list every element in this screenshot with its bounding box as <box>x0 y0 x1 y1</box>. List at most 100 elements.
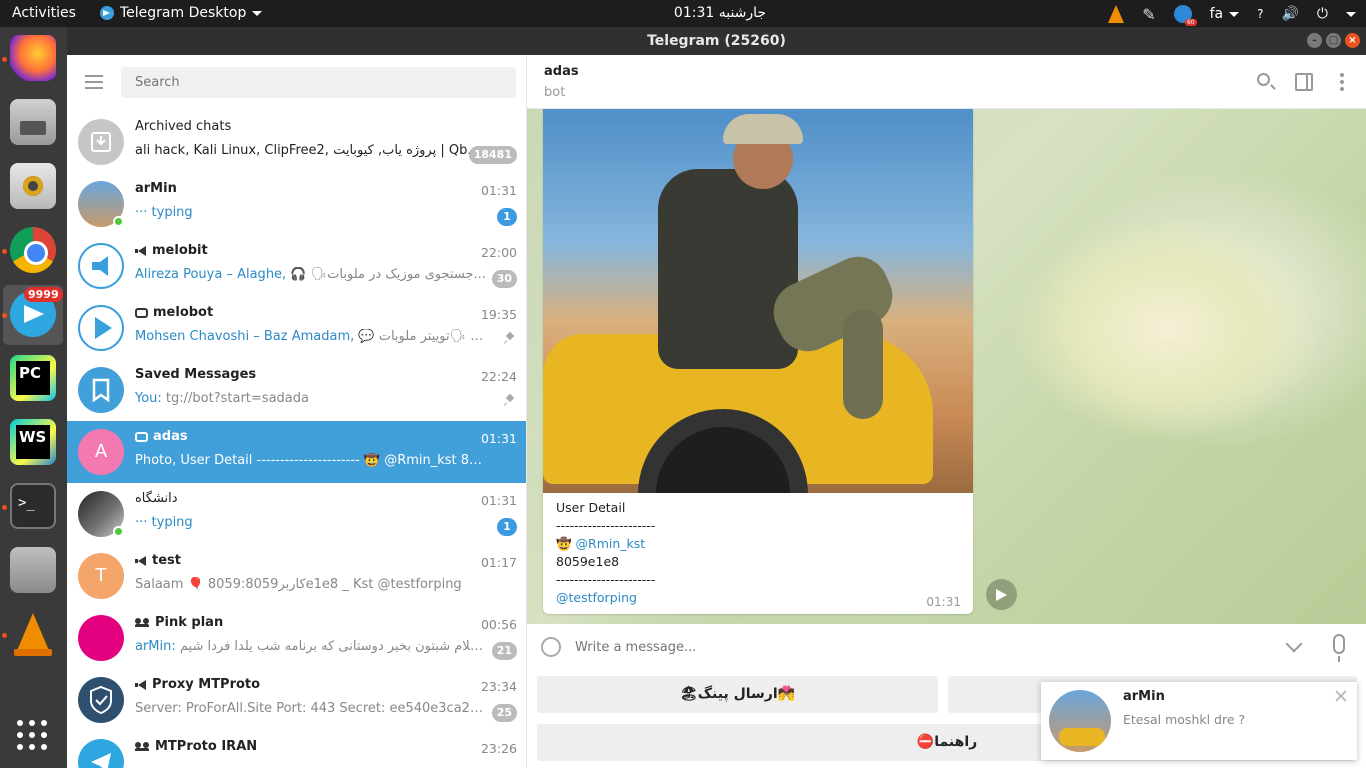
keyboard-toggle-icon[interactable] <box>1285 635 1303 653</box>
running-indicator <box>2 249 7 254</box>
message-input[interactable] <box>575 632 1265 662</box>
system-tray: ✎ 60 fa ? 🔊 ⏻ <box>1108 3 1356 26</box>
chat-row-melobot[interactable]: melobot 19:35 Mohsen Chavoshi – Baz Amad… <box>67 297 526 359</box>
chat-time: 22:24 <box>480 369 517 384</box>
pin-icon <box>504 395 515 406</box>
paperclip-icon[interactable]: ✎ <box>1142 5 1155 24</box>
avatar <box>1049 690 1111 752</box>
message-caption: User Detail ---------------------- 🤠 @Rm… <box>556 500 656 607</box>
activities-button[interactable]: Activities <box>12 5 76 21</box>
more-options-icon[interactable] <box>1340 73 1344 91</box>
volume-icon[interactable]: 🔊 <box>1281 6 1298 22</box>
chat-time: 23:26 <box>480 741 517 756</box>
group-icon <box>135 742 150 751</box>
close-icon[interactable] <box>1335 690 1347 702</box>
notification-sender: arMin <box>1123 689 1165 704</box>
notification-toast[interactable]: arMin Etesal moshkl dre ? <box>1041 682 1357 760</box>
chat-time: 01:31 <box>480 431 517 446</box>
chat-row-mtproto-iran[interactable]: MTProto IRAN 23:26 <box>67 731 526 768</box>
forward-button[interactable] <box>986 579 1017 610</box>
chat-preview: ··· typing <box>135 515 193 530</box>
update-tray-icon[interactable]: 60 <box>1173 5 1197 26</box>
chat-preview: arMin: سلام شبتون بخیر دوستانی که برنامه… <box>135 639 490 654</box>
chat-time: 01:31 <box>480 493 517 508</box>
chat-name: melobot <box>135 305 213 320</box>
bot-button-send-ping[interactable]: 🏖ارسال پینگ💏 <box>537 676 938 713</box>
chat-wallpaper: User Detail ---------------------- 🤠 @Rm… <box>527 109 1366 624</box>
show-applications-button[interactable] <box>17 720 49 752</box>
chat-time: 00:56 <box>480 617 517 632</box>
keyboard-layout-label: fa <box>1209 6 1224 22</box>
sidebar-toggle-icon[interactable] <box>1295 73 1313 91</box>
bot-icon <box>135 431 148 442</box>
dock: 9999 PC WS <box>0 27 67 768</box>
archive-icon <box>78 119 124 165</box>
chat-name: Pink plan <box>135 615 223 630</box>
help-icon[interactable]: ? <box>1257 7 1263 21</box>
username-link[interactable]: 🤠 @Rmin_kst <box>556 535 655 553</box>
chrome-launcher[interactable] <box>10 227 56 273</box>
maximize-button[interactable]: □ <box>1326 33 1341 48</box>
chevron-down-icon[interactable] <box>1346 11 1356 17</box>
chat-name: arMin <box>135 181 177 196</box>
chat-list-panel: Archived chats ali hack, Kali Linux, Cli… <box>67 55 527 768</box>
chat-row-test[interactable]: T test 01:17 Salaam 🎈 8059:کاربر8059e1e8… <box>67 545 526 607</box>
search-input[interactable] <box>121 67 516 98</box>
window-title-bar[interactable]: Telegram (25260) – □ × <box>67 27 1366 55</box>
vlc-tray-icon[interactable] <box>1108 5 1125 23</box>
avatar <box>78 739 124 768</box>
files-launcher[interactable] <box>10 99 56 145</box>
firefox-launcher[interactable] <box>10 35 56 81</box>
chat-row-pink-plan[interactable]: Pink plan 00:56 arMin: سلام شبتون بخیر د… <box>67 607 526 669</box>
rhythmbox-launcher[interactable] <box>10 163 56 209</box>
chat-time: 23:34 <box>480 679 517 694</box>
chat-panel: adas bot User Detail -------------------… <box>527 55 1366 768</box>
message-photo[interactable] <box>543 109 973 493</box>
running-indicator <box>2 505 7 510</box>
close-button[interactable]: × <box>1345 33 1360 48</box>
chat-row-adas[interactable]: A adas 01:31 Photo, User Detail --------… <box>67 421 526 483</box>
attach-icon[interactable] <box>536 632 566 662</box>
webstorm-launcher[interactable]: WS <box>10 419 56 465</box>
bookmark-icon <box>78 367 124 413</box>
menu-icon[interactable] <box>85 75 103 89</box>
chat-row-melobit[interactable]: melobit 22:00 Alireza Pouya – Alaghe, 🎧 … <box>67 235 526 297</box>
chat-row-proxy-mtproto[interactable]: Proxy MTProto 23:34 Server: ProForAll.Si… <box>67 669 526 731</box>
printer-launcher[interactable] <box>10 547 56 593</box>
avatar: T <box>78 553 124 599</box>
chat-row-university[interactable]: دانشگاه 01:31 ··· typing 1 <box>67 483 526 545</box>
microphone-icon[interactable] <box>1333 634 1345 662</box>
clock[interactable]: جارشنبه 01:31 <box>660 5 780 21</box>
search-icon[interactable] <box>1257 73 1270 86</box>
avatar: A <box>78 429 124 475</box>
message-bubble[interactable]: User Detail ---------------------- 🤠 @Rm… <box>543 109 973 614</box>
chat-subtitle: bot <box>544 85 566 100</box>
vlc-launcher[interactable] <box>10 611 56 657</box>
app-menu[interactable]: Telegram Desktop <box>100 5 263 21</box>
megaphone-icon <box>135 679 147 690</box>
keyboard-layout-menu[interactable]: fa <box>1210 6 1240 22</box>
power-icon[interactable]: ⏻ <box>1317 6 1328 22</box>
online-indicator <box>113 216 124 227</box>
running-indicator <box>2 633 7 638</box>
chat-time: 19:35 <box>480 307 517 322</box>
notification-text: Etesal moshkl dre ? <box>1123 712 1246 727</box>
chat-preview: ali hack, Kali Linux, ClipFree2, پروژه ی… <box>135 143 480 158</box>
username-link[interactable]: @testforping <box>556 589 655 607</box>
chat-name: دانشگاه <box>135 491 178 506</box>
chat-preview: Salaam 🎈 8059:کاربر8059e1e8 _ Kst @testf… <box>135 577 462 592</box>
chat-row-saved-messages[interactable]: Saved Messages 22:24 You: tg://bot?start… <box>67 359 526 421</box>
pycharm-launcher[interactable]: PC <box>10 355 56 401</box>
group-icon <box>135 618 150 627</box>
chat-time: 01:17 <box>480 555 517 570</box>
chat-row-armin[interactable]: arMin 01:31 ··· typing 1 <box>67 173 526 235</box>
minimize-button[interactable]: – <box>1307 33 1322 48</box>
chat-title[interactable]: adas <box>544 64 579 79</box>
chat-row-archived[interactable]: Archived chats ali hack, Kali Linux, Cli… <box>67 111 526 173</box>
avatar <box>78 305 124 351</box>
chat-preview: You: tg://bot?start=sadada <box>135 391 309 406</box>
unread-badge: 25 <box>491 704 517 722</box>
terminal-launcher[interactable] <box>10 483 56 529</box>
running-indicator <box>2 313 7 318</box>
chat-preview: Mohsen Chavoshi – Baz Amadam, 💬 مح 🗣تویی… <box>135 329 490 344</box>
